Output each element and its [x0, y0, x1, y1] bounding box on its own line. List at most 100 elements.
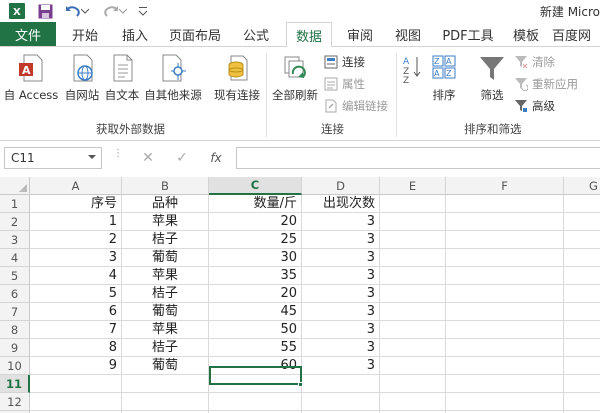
cell-d8[interactable]: 3	[302, 321, 380, 339]
cell-f1[interactable]	[446, 195, 564, 213]
cell-b7[interactable]: 葡萄	[122, 303, 209, 321]
cell-a10[interactable]: 9	[30, 357, 122, 375]
existing-connections-button[interactable]: 现有连接	[210, 47, 264, 103]
tab-page-layout[interactable]: 页面布局	[164, 22, 226, 46]
cell-g1[interactable]	[564, 195, 600, 213]
excel-logo-icon[interactable]: X	[8, 2, 26, 20]
cell-a6[interactable]: 5	[30, 285, 122, 303]
cell-b8[interactable]: 苹果	[122, 321, 209, 339]
cell-a4[interactable]: 3	[30, 249, 122, 267]
cell-b12[interactable]	[122, 393, 209, 411]
worksheet-grid[interactable]: ABCDEFG 12345678910111213 序号品种数量/斤出现次数1苹…	[0, 177, 600, 413]
cell-d4[interactable]: 3	[302, 249, 380, 267]
from-web-button[interactable]: 自网站	[62, 47, 102, 103]
filter-button[interactable]: 筛选	[472, 47, 512, 103]
cell-c1[interactable]: 数量/斤	[209, 195, 302, 213]
edit-links-button[interactable]: 编辑链接	[324, 97, 388, 115]
tab-insert[interactable]: 插入	[114, 22, 156, 46]
row-header-10[interactable]: 10	[0, 357, 30, 375]
cell-g9[interactable]	[564, 339, 600, 357]
tab-home[interactable]: 开始	[64, 22, 106, 46]
redo-dropdown-icon[interactable]	[118, 2, 128, 20]
cell-g10[interactable]	[564, 357, 600, 375]
cancel-icon[interactable]: ✕	[138, 148, 158, 168]
tab-formulas[interactable]: 公式	[234, 22, 278, 46]
cell-b9[interactable]: 桔子	[122, 339, 209, 357]
tab-review[interactable]: 审阅	[340, 22, 380, 46]
row-header-12[interactable]: 12	[0, 393, 30, 411]
column-header-f[interactable]: F	[446, 177, 564, 195]
cell-d7[interactable]: 3	[302, 303, 380, 321]
cell-b10[interactable]: 葡萄	[122, 357, 209, 375]
cell-b5[interactable]: 苹果	[122, 267, 209, 285]
tab-view[interactable]: 视图	[388, 22, 428, 46]
cell-e7[interactable]	[380, 303, 446, 321]
undo-dropdown-icon[interactable]	[80, 2, 90, 20]
column-header-c[interactable]: C	[209, 177, 302, 195]
row-header-5[interactable]: 5	[0, 267, 30, 285]
cell-g8[interactable]	[564, 321, 600, 339]
save-icon[interactable]	[36, 2, 54, 20]
formula-bar-grip-icon[interactable]: ⋮	[113, 149, 123, 159]
cell-b4[interactable]: 葡萄	[122, 249, 209, 267]
cell-d6[interactable]: 3	[302, 285, 380, 303]
sort-ascending-button[interactable]: AZZ	[400, 47, 424, 87]
cell-c8[interactable]: 50	[209, 321, 302, 339]
cell-d9[interactable]: 3	[302, 339, 380, 357]
cell-c2[interactable]: 20	[209, 213, 302, 231]
reapply-button[interactable]: 重新应用	[514, 75, 578, 93]
cell-e2[interactable]	[380, 213, 446, 231]
row-header-7[interactable]: 7	[0, 303, 30, 321]
cell-c4[interactable]: 30	[209, 249, 302, 267]
tab-templates[interactable]: 模板	[506, 22, 546, 46]
tab-file[interactable]: 文件	[0, 22, 56, 46]
cell-b11[interactable]	[122, 375, 209, 393]
row-header-2[interactable]: 2	[0, 213, 30, 231]
cell-a7[interactable]: 6	[30, 303, 122, 321]
cell-f11[interactable]	[446, 375, 564, 393]
cell-g3[interactable]	[564, 231, 600, 249]
cell-a2[interactable]: 1	[30, 213, 122, 231]
fill-handle[interactable]	[298, 382, 303, 387]
row-header-8[interactable]: 8	[0, 321, 30, 339]
cell-g4[interactable]	[564, 249, 600, 267]
insert-function-icon[interactable]: fx	[206, 148, 226, 168]
cell-f10[interactable]	[446, 357, 564, 375]
from-other-sources-button[interactable]: 自其他来源	[142, 47, 204, 103]
cell-a12[interactable]	[30, 393, 122, 411]
row-header-11[interactable]: 11	[0, 375, 30, 393]
cell-a1[interactable]: 序号	[30, 195, 122, 213]
cell-g11[interactable]	[564, 375, 600, 393]
connections-button[interactable]: 连接	[324, 53, 365, 71]
cell-f6[interactable]	[446, 285, 564, 303]
cell-e5[interactable]	[380, 267, 446, 285]
cell-b3[interactable]: 桔子	[122, 231, 209, 249]
column-header-a[interactable]: A	[30, 177, 122, 195]
properties-button[interactable]: 属性	[324, 75, 365, 93]
cell-f3[interactable]	[446, 231, 564, 249]
sort-button[interactable]: ZAAZ 排序	[426, 47, 462, 103]
cell-c5[interactable]: 35	[209, 267, 302, 285]
cell-d12[interactable]	[302, 393, 380, 411]
name-box-dropdown-icon[interactable]	[88, 155, 96, 159]
from-access-button[interactable]: A 自 Access	[2, 47, 60, 103]
customize-qat-icon[interactable]	[134, 2, 152, 20]
cell-a5[interactable]: 4	[30, 267, 122, 285]
cell-d1[interactable]: 出现次数	[302, 195, 380, 213]
formula-input[interactable]	[236, 147, 600, 169]
cell-e3[interactable]	[380, 231, 446, 249]
cell-g2[interactable]	[564, 213, 600, 231]
cell-f5[interactable]	[446, 267, 564, 285]
cell-d5[interactable]: 3	[302, 267, 380, 285]
cell-e9[interactable]	[380, 339, 446, 357]
clear-filter-button[interactable]: 清除	[514, 53, 555, 71]
cell-e12[interactable]	[380, 393, 446, 411]
cell-d2[interactable]: 3	[302, 213, 380, 231]
cell-g6[interactable]	[564, 285, 600, 303]
row-header-1[interactable]: 1	[0, 195, 30, 213]
column-header-b[interactable]: B	[122, 177, 209, 195]
cell-c7[interactable]: 45	[209, 303, 302, 321]
cell-f4[interactable]	[446, 249, 564, 267]
cell-c12[interactable]	[209, 393, 302, 411]
enter-icon[interactable]: ✓	[172, 148, 192, 168]
